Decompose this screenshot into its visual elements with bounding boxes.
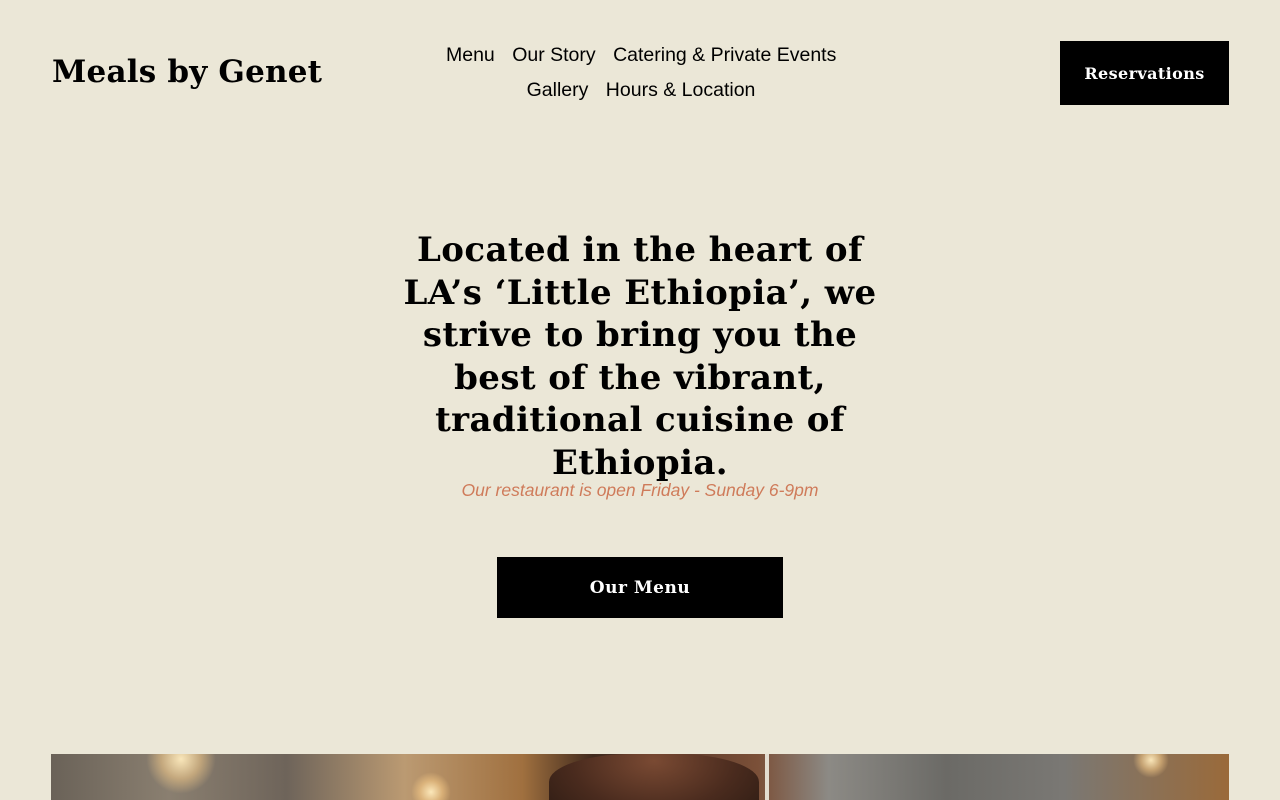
lamp-glow-left (146, 754, 216, 794)
chef-portrait (549, 754, 759, 800)
hero-heading: Located in the heart of LA’s ‘Little Eth… (403, 230, 877, 483)
nav-link-catering[interactable]: Catering & Private Events (613, 38, 836, 73)
lamp-glow-right (1133, 754, 1169, 778)
our-menu-button[interactable]: Our Menu (497, 557, 783, 618)
main-nav: Menu Our Story Catering & Private Events… (440, 38, 842, 108)
hero-photo (51, 754, 1229, 800)
nav-link-gallery[interactable]: Gallery (527, 73, 589, 108)
photo-divider (765, 754, 769, 800)
site-logo[interactable]: Meals by Genet (52, 52, 322, 92)
reservations-button[interactable]: Reservations (1060, 41, 1229, 105)
nav-row-2: Gallery Hours & Location (440, 73, 842, 108)
hours-note: Our restaurant is open Friday - Sunday 6… (461, 480, 819, 500)
nav-link-menu[interactable]: Menu (446, 38, 495, 73)
candle-glow (411, 772, 451, 800)
site-header: Meals by Genet Menu Our Story Catering &… (0, 0, 1280, 140)
nav-row-1: Menu Our Story Catering & Private Events (440, 38, 842, 73)
nav-link-hours-location[interactable]: Hours & Location (606, 73, 756, 108)
nav-link-our-story[interactable]: Our Story (512, 38, 595, 73)
